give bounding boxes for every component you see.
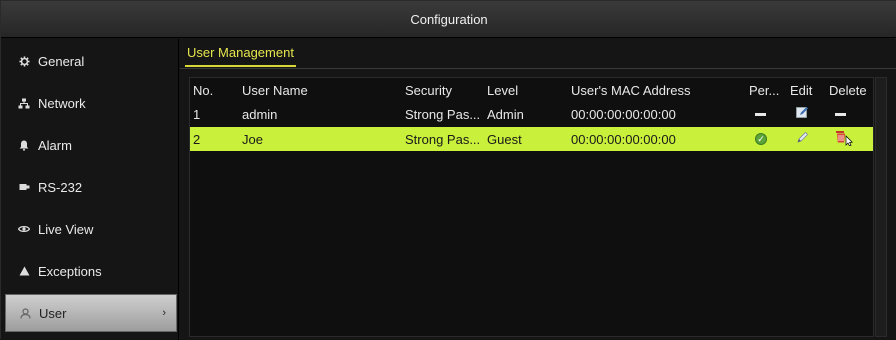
sidebar-item-network[interactable]: Network (5, 84, 177, 122)
dash-icon (755, 112, 766, 116)
cell-no: 1 (193, 106, 201, 122)
sidebar-item-label: User (39, 305, 67, 321)
cell-edit[interactable] (790, 102, 826, 126)
sidebar-item-rs232[interactable]: RS-232 (5, 168, 177, 206)
column-header-level[interactable]: Level (487, 78, 557, 102)
sidebar-item-general[interactable]: General (5, 42, 177, 80)
user-table: No. User Name Security Level User's MAC … (189, 77, 874, 337)
dash-icon (835, 112, 846, 116)
table-row-selected[interactable]: 2 Joe Strong Pas... Guest 00:00:00:00:00… (190, 127, 873, 151)
table-scrollbar[interactable] (875, 77, 887, 337)
column-header-delete[interactable]: Delete (829, 78, 873, 102)
cell-permission (749, 102, 785, 126)
check-icon[interactable]: ✓ (755, 133, 767, 145)
eye-icon (17, 225, 31, 233)
cell-user-name: admin (242, 106, 278, 122)
sidebar-item-alarm[interactable]: Alarm (5, 126, 177, 164)
table-header-row: No. User Name Security Level User's MAC … (190, 78, 873, 102)
network-icon (17, 98, 31, 109)
sidebar-item-live-view[interactable]: Live View (5, 210, 177, 248)
cell-delete[interactable] (829, 127, 873, 151)
sidebar-item-label: Live View (38, 221, 94, 237)
sidebar-item-exceptions[interactable]: Exceptions (5, 252, 177, 290)
window-title: Configuration (1, 1, 896, 38)
cell-security: Strong Pas... (405, 106, 481, 122)
column-header-permission[interactable]: Per... (749, 78, 785, 102)
tab-user-management[interactable]: User Management (185, 45, 296, 67)
sidebar-item-label: RS-232 (38, 179, 83, 195)
edit-icon[interactable] (796, 131, 809, 147)
serial-port-icon (17, 182, 31, 192)
cell-no: 2 (193, 131, 201, 147)
cell-delete (829, 102, 873, 126)
sidebar-item-user[interactable]: User › (5, 294, 177, 332)
column-header-security[interactable]: Security (405, 78, 485, 102)
cell-mac: 00:00:00:00:00:00 (571, 106, 676, 122)
cell-permission[interactable]: ✓ (749, 127, 785, 151)
cell-mac: 00:00:00:00:00:00 (571, 131, 676, 147)
configuration-window: Configuration General Network Alarm RS-2… (0, 0, 896, 340)
tab-divider (180, 68, 896, 69)
sidebar-item-label: Exceptions (38, 263, 102, 279)
cell-security: Strong Pas... (405, 131, 481, 147)
column-header-edit[interactable]: Edit (790, 78, 826, 102)
user-icon (18, 307, 32, 319)
warning-icon (17, 266, 31, 276)
sidebar: General Network Alarm RS-232 Live View E… (1, 39, 179, 340)
sidebar-item-label: Network (38, 95, 86, 111)
cell-user-name: Joe (242, 131, 263, 147)
table-row[interactable]: 1 admin Strong Pas... Admin 00:00:00:00:… (190, 102, 873, 126)
main-panel: User Management No. User Name Security L… (180, 39, 896, 340)
delete-icon[interactable] (835, 130, 855, 149)
cell-edit[interactable] (790, 127, 826, 151)
cell-level: Guest (487, 131, 522, 147)
sidebar-item-label: General (38, 53, 85, 69)
edit-icon[interactable] (796, 106, 809, 122)
column-header-user-name[interactable]: User Name (242, 78, 392, 102)
sidebar-item-label: Alarm (38, 137, 72, 153)
chevron-right-icon: › (162, 307, 166, 319)
cell-level: Admin (487, 106, 524, 122)
column-header-no[interactable]: No. (193, 78, 233, 102)
bell-icon (17, 140, 31, 151)
gear-icon (17, 55, 31, 67)
column-header-mac[interactable]: User's MAC Address (571, 78, 741, 102)
